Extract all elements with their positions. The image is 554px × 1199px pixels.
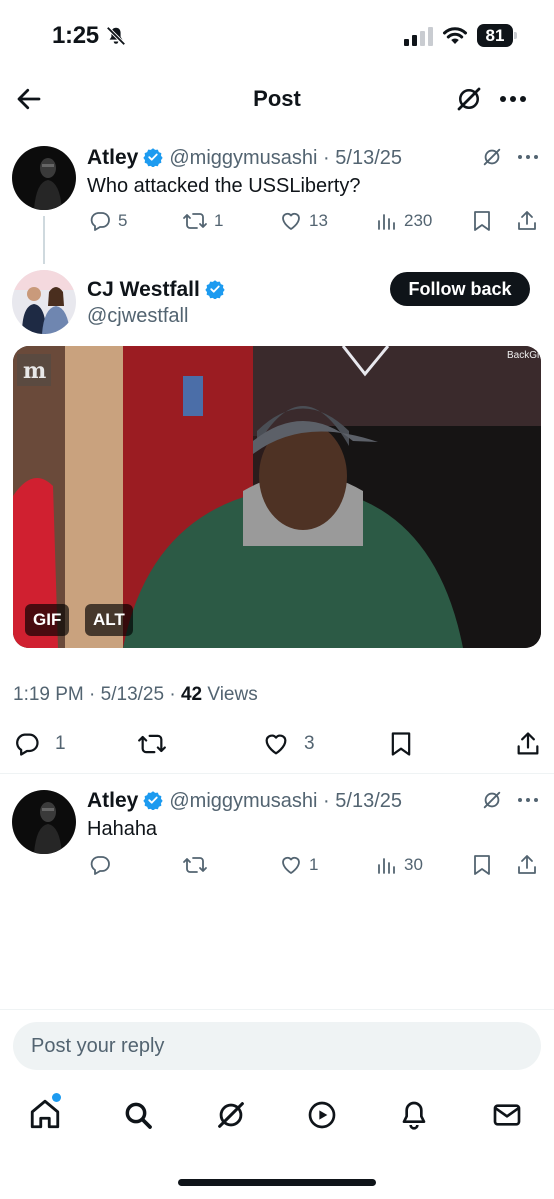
wifi-icon <box>442 24 468 46</box>
view-count: 230 <box>404 211 433 230</box>
analytics-icon <box>378 214 395 230</box>
battery-icon: 81 <box>477 24 517 47</box>
status-time: 1:25 <box>52 22 99 49</box>
author-name-row: CJ Westfall <box>87 278 231 302</box>
reply-icon <box>16 733 39 756</box>
search-icon[interactable] <box>122 1099 154 1131</box>
post-header: Atley @miggymusashi · 5/13/25 <box>87 789 402 813</box>
avatar[interactable] <box>12 146 76 210</box>
home-indicator <box>178 1179 376 1186</box>
verified-badge-icon <box>205 279 225 299</box>
reply-count: 1 <box>55 733 66 754</box>
bookmark-icon[interactable] <box>471 209 493 233</box>
post-text: Who attacked the USSLiberty? <box>87 175 361 197</box>
reply-count: 5 <box>118 211 128 230</box>
bookmark-icon[interactable] <box>388 730 414 758</box>
divider <box>0 773 554 774</box>
more-options-icon[interactable] <box>517 797 539 803</box>
analytics-icon <box>378 858 395 874</box>
like-count: 13 <box>309 211 328 230</box>
repost-icon <box>183 857 207 873</box>
grok-icon[interactable] <box>481 146 503 168</box>
repost-button[interactable] <box>182 853 208 877</box>
reply-input[interactable] <box>13 1022 541 1070</box>
video-icon[interactable] <box>306 1099 338 1131</box>
grok-icon[interactable] <box>454 84 484 114</box>
post-date[interactable]: 5/13/25 <box>335 147 402 169</box>
grok-icon[interactable] <box>481 789 503 811</box>
author-name[interactable]: Atley <box>87 789 138 812</box>
author-handle[interactable]: @cjwestfall <box>87 305 188 328</box>
follow-back-button[interactable]: Follow back <box>390 272 530 306</box>
post-time: 1:19 PM <box>13 684 84 705</box>
divider <box>0 1009 554 1010</box>
verified-badge-icon <box>143 147 164 167</box>
avatar[interactable] <box>12 790 76 854</box>
reply-button[interactable]: 1 <box>13 730 66 758</box>
avatar[interactable] <box>12 270 76 334</box>
alt-badge[interactable]: ALT <box>85 604 133 636</box>
post-date[interactable]: 5/13/25 <box>335 790 402 812</box>
repost-button[interactable]: 1 <box>182 209 223 233</box>
svg-text:m: m <box>23 358 46 384</box>
views-button[interactable]: 230 <box>376 209 432 233</box>
more-options-icon[interactable] <box>498 94 528 104</box>
gif-badge: GIF <box>25 604 70 636</box>
verified-badge-icon <box>143 790 164 810</box>
repost-button[interactable] <box>136 730 168 758</box>
views-label: Views <box>207 684 258 705</box>
reply-icon <box>90 212 110 231</box>
share-icon[interactable] <box>515 853 539 877</box>
reply-icon <box>90 856 110 875</box>
reply-button[interactable]: 5 <box>88 209 127 233</box>
post-text: Hahaha <box>87 818 158 840</box>
notifications-icon[interactable] <box>398 1099 430 1131</box>
heart-icon <box>282 212 300 230</box>
home-icon[interactable] <box>28 1093 62 1131</box>
view-count: 30 <box>404 855 423 874</box>
thread-connector <box>43 216 45 264</box>
author-name[interactable]: CJ Westfall <box>87 278 200 301</box>
media-gif[interactable]: m BackGr GIF ALT <box>13 346 541 648</box>
views-button[interactable]: 30 <box>376 853 423 877</box>
views-count[interactable]: 42 <box>181 684 202 705</box>
like-button[interactable]: 1 <box>279 853 318 877</box>
repost-count: 1 <box>214 211 224 230</box>
reply-button[interactable] <box>88 853 112 877</box>
battery-level: 81 <box>477 24 513 47</box>
repost-icon <box>183 213 207 229</box>
repost-icon <box>138 734 166 754</box>
media-watermark: BackGr <box>507 350 541 361</box>
like-count: 1 <box>309 855 319 874</box>
bell-muted-icon <box>105 25 127 47</box>
grok-icon[interactable] <box>214 1098 248 1132</box>
bookmark-icon[interactable] <box>471 853 493 877</box>
more-options-icon[interactable] <box>517 154 539 160</box>
post-timestamp: 1:19 PM · 5/13/25 · 42 Views <box>13 684 258 705</box>
separator-dot: · <box>317 790 336 812</box>
like-button[interactable]: 13 <box>279 209 328 233</box>
post-date: 5/13/25 <box>100 684 165 705</box>
notification-dot <box>52 1093 61 1102</box>
author-name[interactable]: Atley <box>87 146 138 169</box>
heart-icon <box>282 856 300 874</box>
cellular-signal-icon <box>404 27 433 46</box>
heart-icon <box>265 734 287 755</box>
separator-dot: · <box>317 147 336 169</box>
like-button[interactable]: 3 <box>262 730 315 758</box>
post-header: Atley @miggymusashi · 5/13/25 <box>87 146 402 170</box>
share-icon[interactable] <box>515 209 539 233</box>
share-icon[interactable] <box>514 730 542 758</box>
author-handle[interactable]: @miggymusashi <box>169 790 317 812</box>
like-count: 3 <box>304 733 315 754</box>
author-handle[interactable]: @miggymusashi <box>169 147 317 169</box>
messages-icon[interactable] <box>491 1099 523 1131</box>
